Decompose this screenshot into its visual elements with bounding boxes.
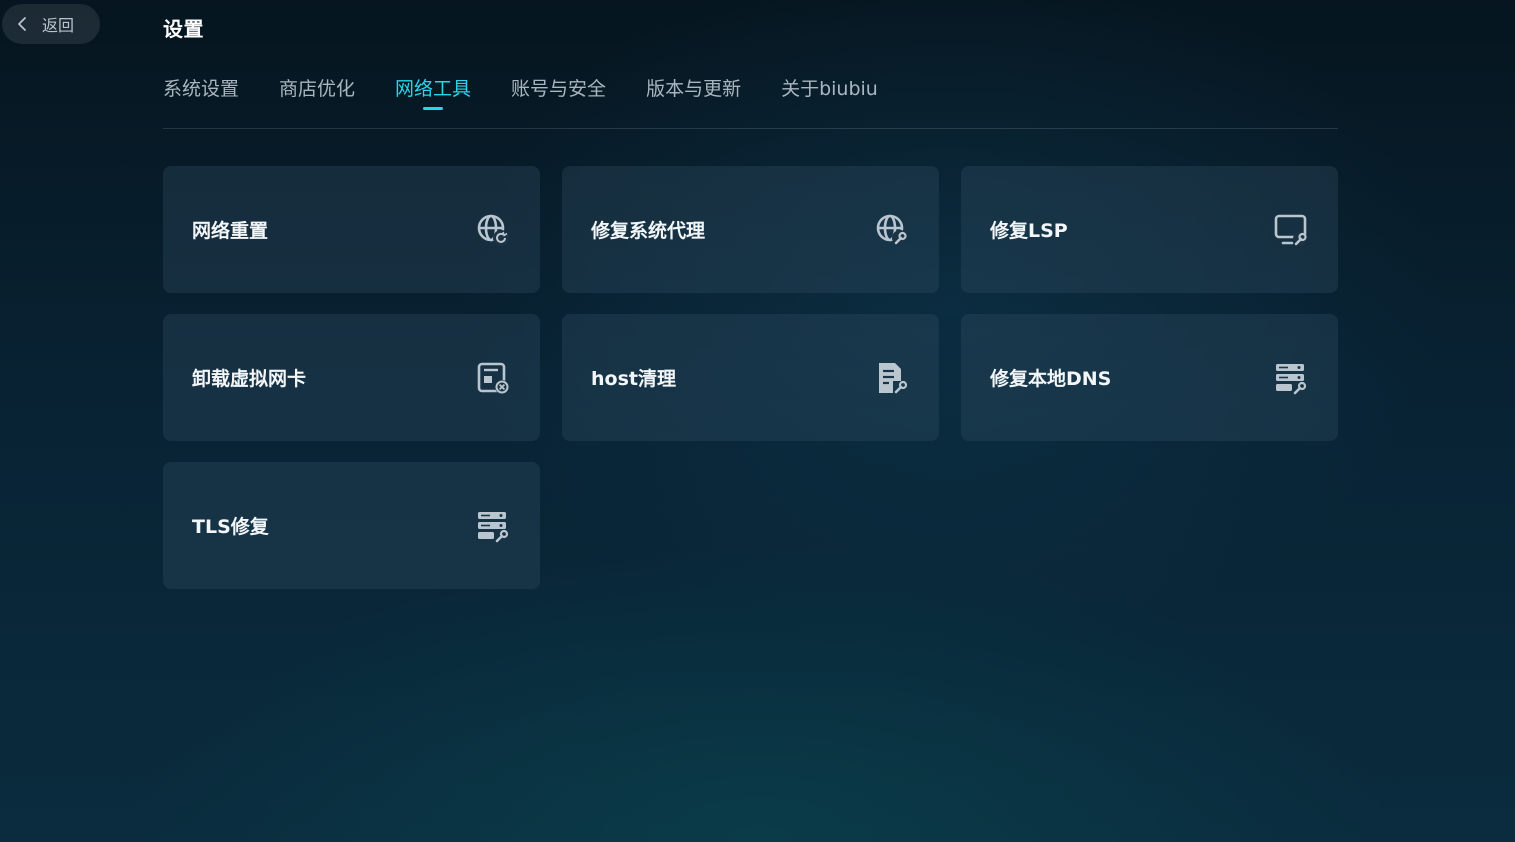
chevron-left-icon: [14, 16, 30, 32]
card-uninstall-virtual-nic[interactable]: 卸载虚拟网卡: [163, 314, 540, 441]
document-wrench-icon: [875, 361, 909, 395]
back-label: 返回: [42, 16, 75, 35]
globe-wrench-icon: [875, 213, 909, 247]
tabs-divider: [163, 128, 1338, 129]
card-label: 修复系统代理: [591, 220, 706, 242]
card-label: 网络重置: [192, 220, 269, 242]
card-label: 修复LSP: [990, 220, 1068, 242]
card-tls-fix[interactable]: TLS修复: [163, 462, 540, 589]
tab-account-security[interactable]: 账号与安全: [511, 74, 606, 114]
card-host-clean[interactable]: host清理: [562, 314, 939, 441]
tab-about[interactable]: 关于biubiu: [781, 74, 878, 114]
tab-store-optimize[interactable]: 商店优化: [279, 74, 355, 114]
card-label: TLS修复: [192, 516, 269, 538]
card-fix-system-proxy[interactable]: 修复系统代理: [562, 166, 939, 293]
card-label: 卸载虚拟网卡: [192, 368, 307, 390]
tab-system-settings[interactable]: 系统设置: [163, 74, 239, 114]
page-title: 设置: [163, 17, 204, 41]
network-tools-grid: 网络重置 修复系统代理 修复LSP 卸载虚拟网卡 host清理 修复本地DNS …: [163, 166, 1338, 589]
card-label: host清理: [591, 368, 676, 390]
server-wrench-icon: [1274, 361, 1308, 395]
settings-tabs: 系统设置 商店优化 网络工具 账号与安全 版本与更新 关于biubiu: [163, 74, 918, 114]
globe-refresh-icon: [476, 213, 510, 247]
monitor-wrench-icon: [1274, 213, 1308, 247]
card-fix-lsp[interactable]: 修复LSP: [961, 166, 1338, 293]
tab-network-tools[interactable]: 网络工具: [395, 74, 471, 114]
card-network-reset[interactable]: 网络重置: [163, 166, 540, 293]
back-button[interactable]: 返回: [2, 4, 100, 44]
network-card-remove-icon: [476, 361, 510, 395]
tab-version-update[interactable]: 版本与更新: [646, 74, 741, 114]
card-fix-local-dns[interactable]: 修复本地DNS: [961, 314, 1338, 441]
card-label: 修复本地DNS: [990, 368, 1112, 390]
server-wrench-icon: [476, 509, 510, 543]
active-tab-indicator: [423, 107, 444, 110]
